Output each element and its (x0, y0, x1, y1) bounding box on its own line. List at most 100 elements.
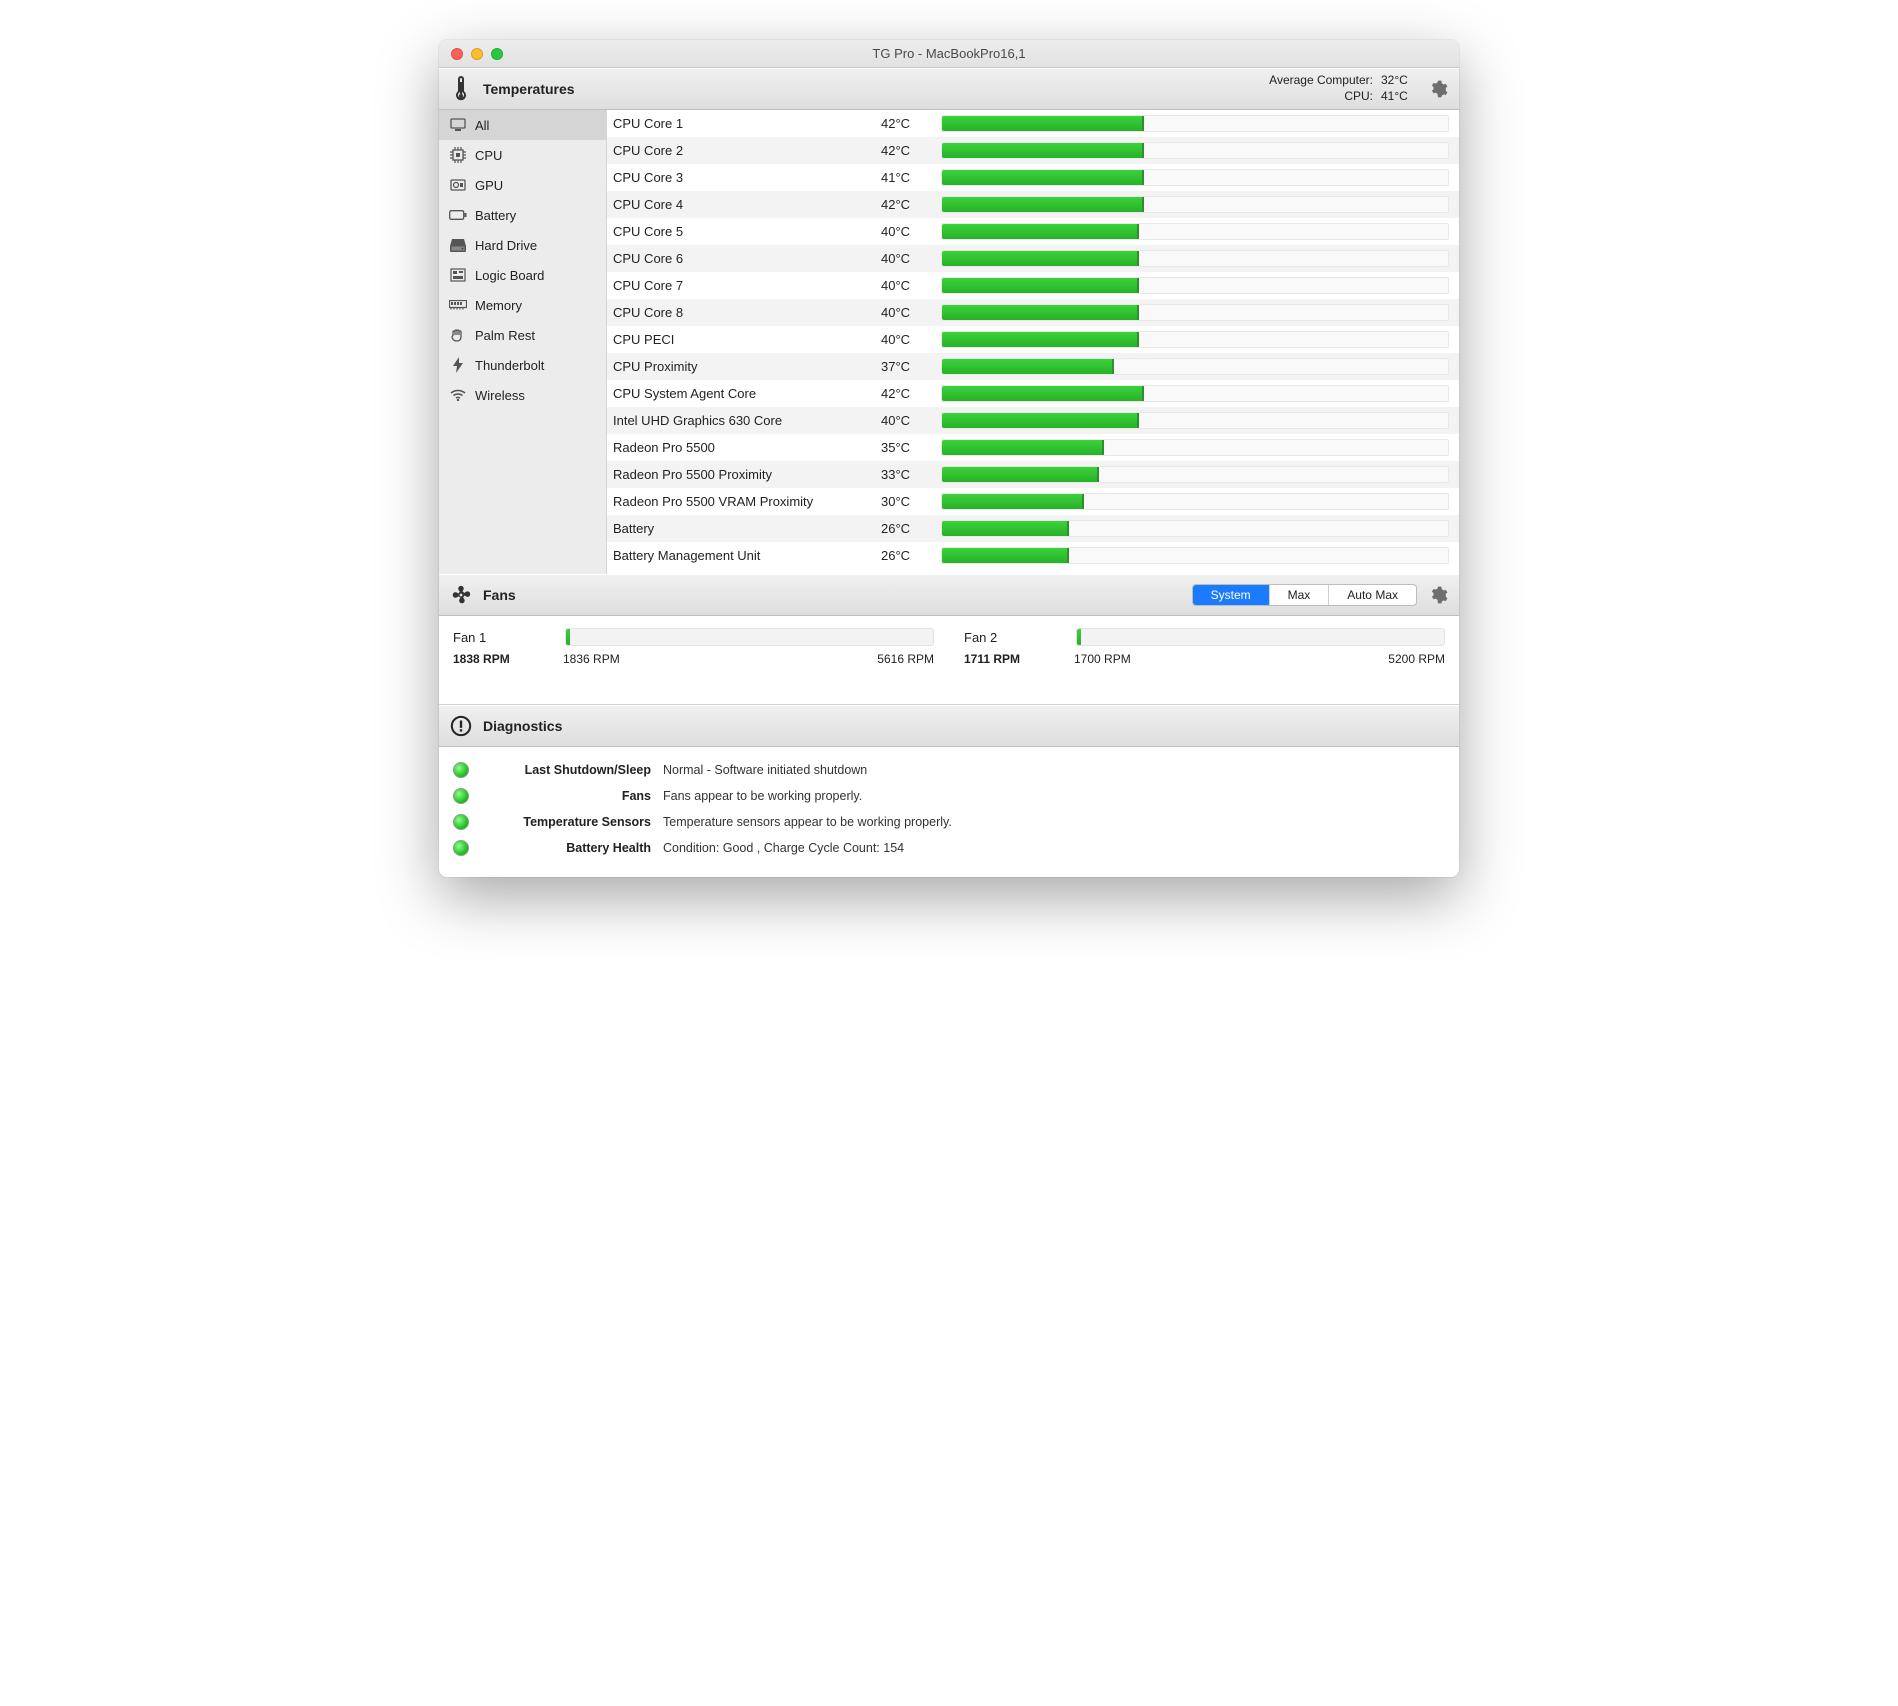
sidebar-item-wireless[interactable]: Wireless (439, 380, 606, 410)
sensor-value: 42°C (881, 116, 931, 131)
battery-icon (449, 206, 467, 224)
fan-name: Fan 1 (453, 630, 553, 645)
sidebar-item-thunderbolt[interactable]: Thunderbolt (439, 350, 606, 380)
close-button[interactable] (451, 48, 463, 60)
sensor-value: 40°C (881, 251, 931, 266)
diagnostic-description: Fans appear to be working properly. (663, 789, 862, 803)
sensor-name: Radeon Pro 5500 Proximity (613, 467, 871, 482)
fan-panel: Fan 1 1838 RPM1836 RPM5616 RPM (453, 628, 934, 666)
fans-settings-button[interactable] (1427, 584, 1449, 606)
fan-mode-auto-max[interactable]: Auto Max (1329, 585, 1416, 605)
diagnostic-label: Last Shutdown/Sleep (481, 763, 651, 777)
fan-rpm-current: 1711 RPM (964, 652, 1074, 666)
titlebar: TG Pro - MacBookPro16,1 (439, 40, 1459, 68)
temperature-row: Battery26°C (607, 515, 1459, 542)
window-title: TG Pro - MacBookPro16,1 (439, 46, 1459, 61)
fan-icon (449, 584, 473, 606)
sidebar-item-label: Thunderbolt (475, 358, 544, 373)
sidebar-item-all[interactable]: All (439, 110, 606, 140)
temperature-row: CPU Proximity37°C (607, 353, 1459, 380)
sensor-value: 37°C (881, 359, 931, 374)
temperatures-header: Temperatures Average Computer:32°C CPU:4… (439, 68, 1459, 110)
diagnostic-row: Last Shutdown/Sleep Normal - Software ini… (453, 757, 1445, 783)
sidebar-item-palm-rest[interactable]: Palm Rest (439, 320, 606, 350)
diagnostic-row: FansFans appear to be working properly. (453, 783, 1445, 809)
diagnostic-description: Temperature sensors appear to be working… (663, 815, 952, 829)
sidebar-item-hard-drive[interactable]: Hard Drive (439, 230, 606, 260)
sidebar: AllCPUGPU Battery Hard Drive Logic BoardMem… (439, 110, 607, 574)
sidebar-item-label: Hard Drive (475, 238, 537, 253)
temperature-row: CPU Core 1 42°C (607, 110, 1459, 137)
diagnostic-label: Battery Health (481, 841, 651, 855)
temperature-bar (941, 358, 1449, 375)
diagnostic-row: Battery Health Condition: Good , Charge C… (453, 835, 1445, 861)
fan-slider[interactable] (565, 628, 934, 646)
fan-slider[interactable] (1076, 628, 1445, 646)
temperature-row: Radeon Pro 5500 Proximity 33°C (607, 461, 1459, 488)
sensor-value: 40°C (881, 332, 931, 347)
zoom-button[interactable] (491, 48, 503, 60)
temperature-bar (941, 304, 1449, 321)
sensor-value: 42°C (881, 143, 931, 158)
temperature-bar (941, 439, 1449, 456)
fan-rpm-current: 1838 RPM (453, 652, 563, 666)
fan-mode-max[interactable]: Max (1270, 585, 1330, 605)
cpu-icon (449, 146, 467, 164)
sensor-name: CPU Core 4 (613, 197, 871, 212)
temperature-row: Radeon Pro 550035°C (607, 434, 1459, 461)
temperature-bar (941, 331, 1449, 348)
sidebar-item-logic-board[interactable]: Logic Board (439, 260, 606, 290)
temperature-row: CPU Core 341°C (607, 164, 1459, 191)
memory-icon (449, 296, 467, 314)
diagnostic-description: Condition: Good , Charge Cycle Count: 15… (663, 841, 904, 855)
sensor-name: CPU Core 5 (613, 224, 871, 239)
wifi-icon (449, 386, 467, 404)
temperature-row: CPU Core 2 42°C (607, 137, 1459, 164)
temperature-bar (941, 115, 1449, 132)
sidebar-item-gpu[interactable]: GPU (439, 170, 606, 200)
diagnostic-label: Temperature Sensors (481, 815, 651, 829)
sidebar-item-cpu[interactable]: CPU (439, 140, 606, 170)
sensor-name: CPU Core 8 (613, 305, 871, 320)
fan-mode-segmented-control[interactable]: SystemMaxAuto Max (1192, 584, 1417, 606)
fan-rpm-max: 5616 RPM (877, 652, 934, 666)
sensor-name: CPU Core 6 (613, 251, 871, 266)
sidebar-item-memory[interactable]: Memory (439, 290, 606, 320)
fan-mode-system[interactable]: System (1193, 585, 1270, 605)
sensor-value: 40°C (881, 413, 931, 428)
fan-name: Fan 2 (964, 630, 1064, 645)
fan-rpm-min: 1836 RPM (563, 652, 877, 666)
sidebar-item-battery[interactable]: Battery (439, 200, 606, 230)
sidebar-item-label: Palm Rest (475, 328, 535, 343)
temperatures-label: Temperatures (483, 81, 575, 97)
temperatures-settings-button[interactable] (1427, 78, 1449, 100)
sidebar-item-label: Battery (475, 208, 516, 223)
diagnostics-label: Diagnostics (483, 718, 562, 734)
temperature-bar (941, 277, 1449, 294)
sensor-name: Intel UHD Graphics 630 Core (613, 413, 871, 428)
temperature-bar (941, 412, 1449, 429)
diagnostic-row: Temperature Sensors Temperature sensors a… (453, 809, 1445, 835)
status-led-icon (453, 840, 469, 856)
sensor-name: CPU Core 2 (613, 143, 871, 158)
minimize-button[interactable] (471, 48, 483, 60)
fan-rpm-max: 5200 RPM (1388, 652, 1445, 666)
sensor-value: 40°C (881, 278, 931, 293)
diagnostics-header: Diagnostics (439, 705, 1459, 747)
sensor-value: 42°C (881, 386, 931, 401)
sensor-value: 33°C (881, 467, 931, 482)
diagnostic-description: Normal - Software initiated shutdown (663, 763, 867, 777)
avg-summary: Average Computer:32°C CPU:41°C (1263, 73, 1417, 104)
temperature-row: CPU Core 6 40°C (607, 245, 1459, 272)
sensor-value: 35°C (881, 440, 931, 455)
sensor-value: 40°C (881, 224, 931, 239)
temperature-list[interactable]: CPU Core 1 42°C CPU Core 2 42°C CPU Core 341… (607, 110, 1459, 574)
gpu-icon (449, 176, 467, 194)
temperature-row: CPU Core 5 40°C (607, 218, 1459, 245)
temperature-row: Battery Management Unit 26°C (607, 542, 1459, 569)
sensor-name: CPU Core 1 (613, 116, 871, 131)
sensor-value: 26°C (881, 548, 931, 563)
temperature-bar (941, 520, 1449, 537)
sensor-name: Battery Management Unit (613, 548, 871, 563)
temperature-bar (941, 493, 1449, 510)
